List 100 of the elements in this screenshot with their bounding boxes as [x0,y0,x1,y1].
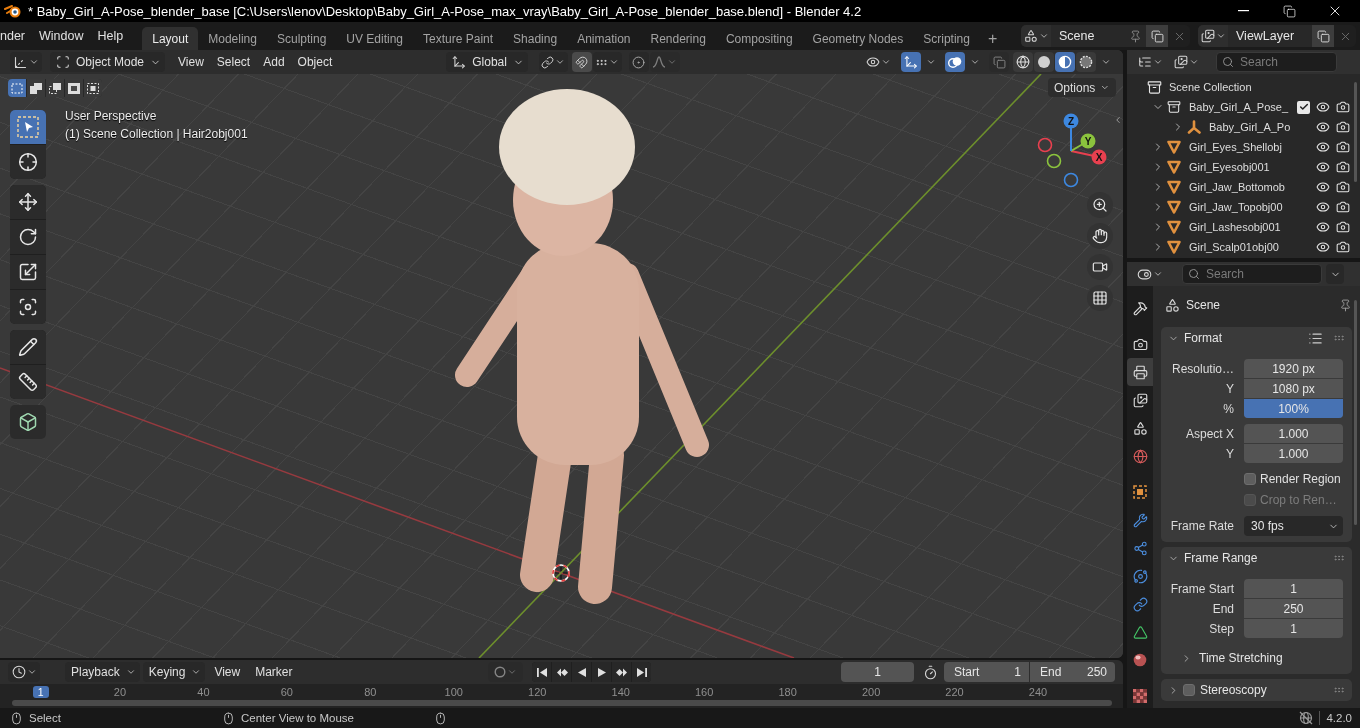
camera-icon[interactable] [1336,240,1350,254]
shading-mode-button[interactable] [1076,52,1096,72]
eye-icon[interactable] [1316,220,1330,234]
eye-icon[interactable] [1316,120,1330,134]
list-icon[interactable] [1308,330,1323,346]
outliner-item-label[interactable]: Girl_Jaw_Bottomob [1189,181,1285,193]
overlays-toggle[interactable] [945,52,965,72]
camera-icon[interactable] [1336,180,1350,194]
playback-button[interactable] [532,662,552,682]
outliner-item-label[interactable]: Girl_Jaw_Topobj00 [1189,201,1283,213]
header-menu[interactable]: Object [291,52,339,72]
checkbox[interactable] [1297,100,1310,114]
scene-name-field[interactable]: Scene [1051,25,1124,47]
outliner-item-label[interactable]: Scene Collection [1169,81,1252,93]
camera-icon[interactable] [1336,220,1350,234]
axis-handle[interactable]: Z [1063,113,1079,152]
number-field[interactable]: 1920 px [1244,359,1343,378]
eye-icon[interactable] [1316,140,1330,154]
menu-item[interactable]: Window [32,22,91,50]
current-frame-badge[interactable]: 1 [32,686,49,698]
workspace-tab[interactable]: Geometry Nodes [802,27,914,50]
outliner-item-label[interactable]: Baby_Girl_A_Pose_ [1189,101,1289,113]
add-workspace-button[interactable]: + [979,27,1006,50]
menu-item[interactable]: nder [0,22,33,50]
eye-icon[interactable] [1316,100,1330,114]
number-field[interactable]: 1080 px [1244,379,1343,398]
playback-button[interactable] [572,662,592,682]
shading-mode-button[interactable] [1055,52,1075,72]
selection-mode-button[interactable] [65,79,83,97]
header-menu[interactable]: Select [210,52,257,72]
selection-mode-button[interactable] [84,79,102,97]
panel-title[interactable]: Frame Range [1184,551,1258,565]
playback-button[interactable] [632,662,652,682]
camera-view-button[interactable] [1087,254,1113,280]
grip-dots-icon[interactable] [1333,552,1345,564]
axis-handle[interactable] [1046,153,1062,169]
search-field[interactable]: Search [1182,264,1322,284]
workspace-tab[interactable]: Animation [567,27,641,50]
pin-icon[interactable] [1339,298,1352,312]
orientation-dropdown[interactable]: Global [446,52,528,72]
pan-button[interactable] [1087,223,1113,249]
scene-browse-button[interactable] [1021,25,1051,47]
workspace-tab[interactable]: Shading [503,27,568,50]
tool-button[interactable] [10,220,46,254]
number-field[interactable]: 250 [1244,599,1343,618]
tool-button[interactable] [10,255,46,289]
workspace-tab[interactable]: Modeling [198,27,267,50]
menu-item[interactable]: Help [90,22,131,50]
editor-type-button[interactable] [10,52,42,72]
number-field[interactable]: 1.000 [1244,424,1343,443]
timeline-scrollbar[interactable] [12,700,1112,706]
search-field[interactable]: Search [1216,52,1337,72]
workspace-tab[interactable]: UV Editing [336,27,414,50]
selection-mode-button[interactable] [46,79,64,97]
playback-button[interactable] [592,662,612,682]
gizmo-toggle[interactable] [901,52,921,72]
playback-button[interactable] [612,662,632,682]
camera-icon[interactable] [1336,120,1350,134]
header-menu[interactable]: View [172,52,210,72]
current-frame-field[interactable]: 1 [841,662,914,682]
percentage-slider[interactable]: 100% [1244,399,1343,418]
frame-rate-dropdown[interactable]: 30 fps [1244,516,1343,536]
properties-tab[interactable] [1127,358,1153,386]
eye-icon[interactable] [1316,160,1330,174]
grip-dots-icon[interactable] [1333,332,1345,344]
eye-icon[interactable] [1316,180,1330,194]
subpanel-title[interactable]: Time Stretching [1199,651,1283,665]
shading-mode-button[interactable] [1034,52,1054,72]
scrollbar-thumb[interactable] [1354,300,1357,525]
camera-icon[interactable] [1336,100,1350,114]
zoom-button[interactable] [1087,192,1113,218]
pin-button[interactable] [1124,25,1146,47]
outliner-item-label[interactable]: Girl_Eyesobj001 [1189,161,1270,173]
camera-icon[interactable] [1336,140,1350,154]
workspace-tab[interactable]: Scripting [913,27,980,50]
tool-button[interactable] [10,365,46,399]
grip-dots-icon[interactable] [1333,684,1345,696]
header-menu[interactable]: Add [257,52,291,72]
pivot-button[interactable] [538,52,568,72]
view-layer-browse-button[interactable] [1198,25,1228,47]
tool-button[interactable] [10,145,46,179]
workspace-tab[interactable]: Texture Paint [413,27,504,50]
axis-handle[interactable] [1037,137,1053,153]
outliner-item-label[interactable]: Girl_Eyes_Shellobj [1189,141,1282,153]
outliner-item-label[interactable]: Girl_Scalp01obj00 [1189,241,1279,253]
new-scene-button[interactable] [1146,25,1168,47]
tool-button[interactable] [10,290,46,324]
proportional-edit-toggle[interactable] [628,52,649,72]
camera-icon[interactable] [1336,200,1350,214]
editor-type-button[interactable] [8,662,40,682]
number-field[interactable]: 1.000 [1244,444,1343,463]
camera-icon[interactable] [1336,160,1350,174]
chevron-left-icon[interactable] [1113,115,1123,125]
eye-icon[interactable] [1316,240,1330,254]
mode-dropdown[interactable]: Object Mode [50,52,166,72]
scrollbar-thumb[interactable] [1354,82,1357,182]
axis-handle[interactable] [1063,172,1079,188]
workspace-tab[interactable]: Compositing [715,27,803,50]
tool-button[interactable] [10,405,46,439]
new-view-layer-button[interactable] [1312,25,1334,47]
